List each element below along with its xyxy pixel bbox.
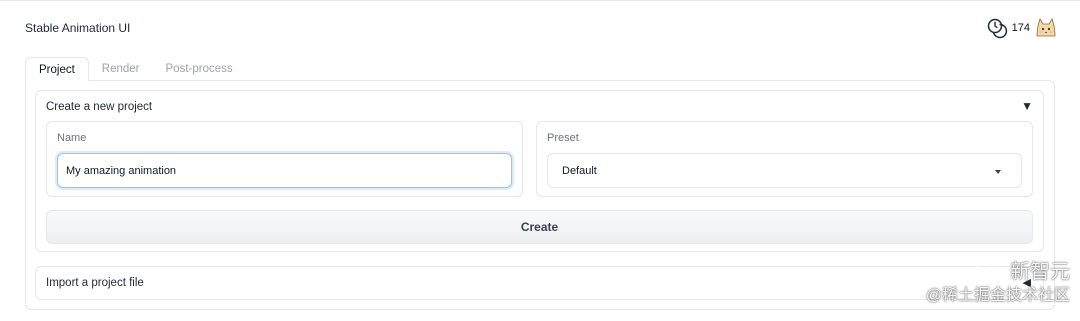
import-project-accordion[interactable]: Import a project file ◀ [35,266,1044,300]
collapse-triangle-icon[interactable]: ▼ [1021,99,1033,113]
preset-dropdown[interactable]: Default [547,153,1022,188]
credits-area: 174 [986,16,1058,40]
tab-bar: Project Render Post-process [25,57,246,81]
watermark-source: @稀土掘金技术社区 [925,287,1070,304]
create-project-header[interactable]: Create a new project [46,101,152,113]
wechat-logo-icon [975,263,1002,281]
tab-project[interactable]: Project [25,57,89,81]
preset-label: Preset [547,132,579,144]
create-button[interactable]: Create [46,210,1033,244]
cat-avatar-icon[interactable] [1034,16,1058,40]
dropdown-caret-icon [995,170,1001,174]
watermark: 新智元 @稀土掘金技术社区 [926,259,1070,307]
tab-render[interactable]: Render [89,57,153,81]
preset-selected-value: Default [562,165,597,177]
app-title: Stable Animation UI [25,21,131,35]
watermark-brand: 新智元 [1010,261,1070,283]
name-input[interactable] [57,153,512,188]
credit-count: 174 [1011,22,1030,34]
top-border [0,0,1080,1]
tab-post-process[interactable]: Post-process [153,57,246,81]
import-project-header: Import a project file [46,277,144,289]
coin-icon [987,18,1007,39]
name-label: Name [57,132,87,144]
